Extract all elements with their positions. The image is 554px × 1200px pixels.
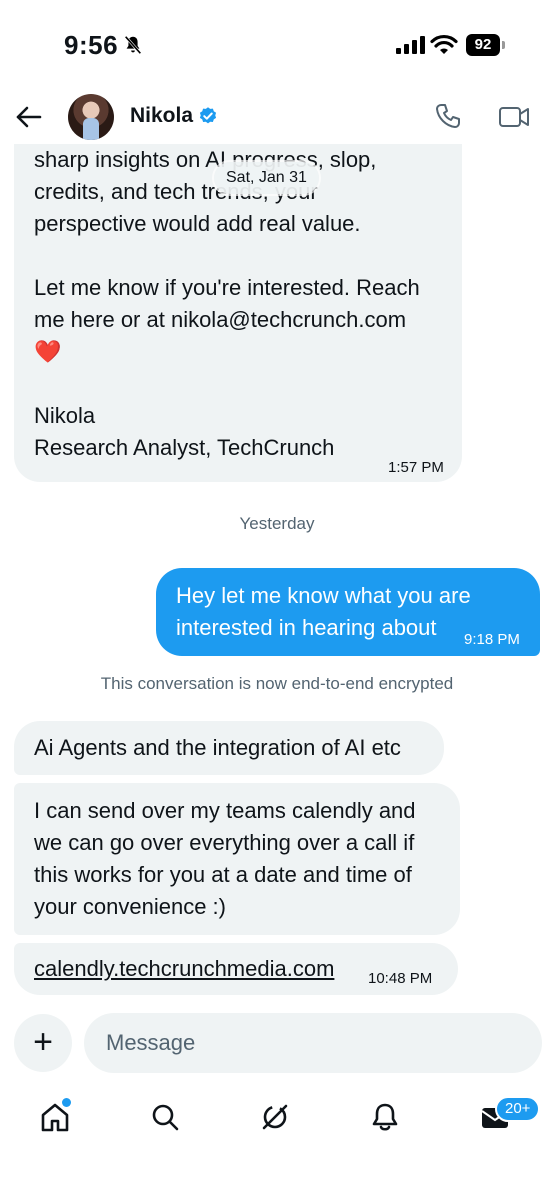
search-icon[interactable] [148, 1100, 182, 1134]
message-timestamp: 1:57 PM [388, 459, 444, 476]
message-line: me here or at nikola@techcrunch.com [34, 307, 407, 332]
wifi-icon [430, 34, 458, 54]
message-text: Ai Agents and the integration of AI etc [34, 735, 401, 760]
message-line: this works for you at a date and time of [34, 862, 412, 887]
bell-off-icon [124, 35, 142, 55]
message-composer [84, 1013, 542, 1073]
calendly-link[interactable]: calendly.techcrunchmedia.com [34, 956, 334, 981]
message-line: I can send over my teams calendly and [34, 798, 416, 823]
message-bubble-outgoing[interactable]: Hey let me know what you are interested … [156, 568, 540, 656]
notifications-icon[interactable] [368, 1100, 402, 1134]
message-line [34, 368, 442, 400]
avatar-figure [83, 118, 99, 140]
message-line: Hey let me know what you are [176, 583, 471, 608]
battery-tip [502, 41, 505, 49]
message-line: Research Analyst, TechCrunch [34, 435, 335, 460]
messages-badge: 20+ [495, 1096, 541, 1122]
message-bubble-incoming[interactable]: Ai Agents and the integration of AI etc [14, 721, 444, 775]
verified-badge-icon [199, 107, 217, 124]
back-arrow-icon[interactable] [14, 102, 44, 132]
encryption-notice: This conversation is now end-to-end encr… [100, 674, 454, 693]
heart-emoji: ❤️ [34, 339, 62, 364]
battery-level: 92 [466, 34, 500, 56]
day-separator: Yesterday [239, 514, 315, 533]
message-line: Nikola [34, 403, 96, 428]
message-line: your convenience :) [34, 894, 226, 919]
message-timestamp: 9:18 PM [464, 631, 520, 648]
video-icon[interactable] [498, 104, 530, 130]
message-input[interactable] [106, 1025, 506, 1061]
message-line: perspective would add real value. [34, 211, 361, 236]
grok-icon[interactable] [258, 1100, 292, 1134]
message-line: Let me know if you're interested. Reach [34, 275, 420, 300]
contact-name[interactable]: Nikola [130, 104, 193, 128]
date-pill: Sat, Jan 31 [214, 162, 319, 194]
status-time: 9:56 [64, 30, 119, 60]
message-bubble-incoming[interactable]: I can send over my teams calendly and we… [14, 783, 460, 935]
conversation-header: Nikola [0, 90, 554, 144]
add-attachment-button[interactable]: + [14, 1014, 72, 1072]
status-bar: 9:56 92 [0, 0, 554, 90]
phone-icon[interactable] [434, 102, 462, 130]
avatar[interactable] [68, 94, 114, 140]
message-line: we can go over everything over a call if [34, 830, 415, 855]
signal-icon [396, 36, 425, 54]
message-bubble-incoming[interactable]: calendly.techcrunchmedia.com 10:48 PM [14, 943, 458, 995]
message-timestamp: 10:48 PM [368, 970, 433, 987]
bottom-nav: 20+ [0, 1090, 554, 1150]
message-line [34, 240, 442, 272]
home-notification-dot [62, 1098, 71, 1107]
battery-icon: 92 [466, 34, 506, 56]
